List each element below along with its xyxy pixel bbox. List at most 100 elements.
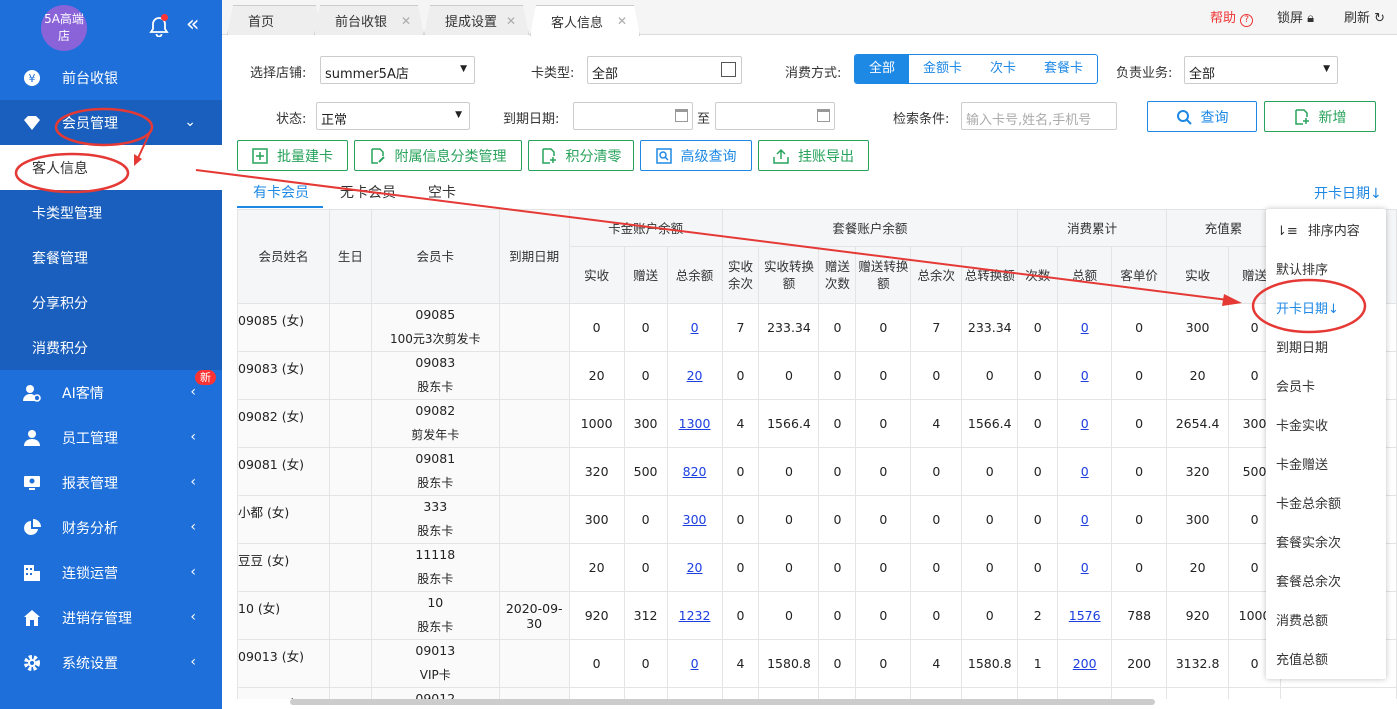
- col-expire-date[interactable]: 到期日期: [498, 209, 570, 304]
- close-icon[interactable]: ✕: [617, 14, 627, 28]
- sort-option[interactable]: 到期日期: [1276, 337, 1328, 356]
- menu-finance[interactable]: 财务分析 ‹: [0, 505, 222, 550]
- sort-option[interactable]: 套餐总余次: [1276, 571, 1341, 590]
- refresh-button[interactable]: 刷新 ↻: [1344, 7, 1385, 26]
- col-sub[interactable]: 赠送转换额: [855, 246, 912, 304]
- sort-open-date-link[interactable]: 开卡日期↓: [1314, 183, 1382, 203]
- batch-create-card-button[interactable]: 批量建卡: [237, 140, 348, 171]
- col-sub[interactable]: 总额: [1057, 246, 1113, 304]
- balance-link[interactable]: 1576: [1069, 608, 1101, 623]
- tab-home[interactable]: 首页: [227, 5, 322, 35]
- table-row[interactable]: 09082 (女) 09082 剪发年卡 1000 300 1300 4 1566.4 0 0 4 1…: [237, 399, 1397, 448]
- menu-front-cashier[interactable]: ¥ 前台收银: [0, 55, 222, 100]
- submenu-card-type[interactable]: 卡类型管理: [0, 190, 222, 235]
- balance-link[interactable]: 200: [1073, 656, 1097, 671]
- col-sub[interactable]: 赠送: [623, 246, 668, 304]
- table-row[interactable]: 09085 (女) 09085 100元3次剪发卡 0 0 0 7 233.34 0 0 7 233.…: [237, 303, 1397, 352]
- balance-link[interactable]: 0: [1081, 560, 1089, 575]
- cardtype-select[interactable]: 全部: [587, 56, 742, 84]
- balance-link[interactable]: 820: [683, 464, 707, 479]
- submenu-guest-info[interactable]: 客人信息: [0, 145, 222, 190]
- sort-option[interactable]: 开卡日期↓: [1276, 298, 1339, 317]
- pay-option-package[interactable]: 套餐卡: [1030, 55, 1097, 83]
- add-button[interactable]: 新增: [1264, 101, 1376, 132]
- col-member-name[interactable]: 会员姓名: [237, 209, 330, 304]
- sort-option[interactable]: 充值总额: [1276, 649, 1328, 668]
- sort-option[interactable]: 套餐实余次: [1276, 532, 1341, 551]
- balance-link[interactable]: 20: [687, 560, 703, 575]
- col-birthday[interactable]: 生日: [328, 209, 372, 304]
- query-button[interactable]: 查询: [1147, 101, 1257, 132]
- menu-inventory[interactable]: 进销存管理 ‹: [0, 595, 222, 640]
- balance-link[interactable]: 300: [683, 512, 707, 527]
- balance-link[interactable]: 0: [1081, 320, 1089, 335]
- col-sub[interactable]: 客单价: [1111, 246, 1168, 304]
- expire-end-input[interactable]: [715, 102, 835, 130]
- balance-link[interactable]: 1300: [679, 416, 711, 431]
- biz-select[interactable]: 全部 ▼: [1184, 56, 1338, 84]
- export-credit-button[interactable]: 挂账导出: [758, 140, 869, 171]
- table-row[interactable]: 豆豆 (女) 11118 股东卡 20 0 20 0 0 0 0 0 0 0 0 0 20 0: [237, 543, 1397, 592]
- pay-option-all[interactable]: 全部: [855, 55, 910, 83]
- menu-reports[interactable]: 报表管理 ‹: [0, 460, 222, 505]
- search-input[interactable]: 输入卡号,姓名,手机号: [961, 102, 1117, 130]
- sort-option[interactable]: 卡金赠送: [1276, 454, 1328, 473]
- advanced-query-button[interactable]: 高级查询: [640, 140, 752, 171]
- balance-link[interactable]: 0: [1081, 416, 1089, 431]
- horizontal-scrollbar[interactable]: [290, 699, 1155, 705]
- pay-option-count[interactable]: 次卡: [976, 55, 1030, 83]
- table-row[interactable]: 09013 (女) 09013 VIP卡 0 0 0 4 1580.8 0 0 4 1580.8 1 20…: [237, 639, 1397, 688]
- tab-front-cashier[interactable]: 前台收银 ✕: [314, 5, 424, 35]
- col-member-card[interactable]: 会员卡: [370, 209, 500, 304]
- menu-chain[interactable]: 连锁运营 ‹: [0, 550, 222, 595]
- collapse-sidebar-icon[interactable]: «: [186, 14, 200, 36]
- submenu-share-points[interactable]: 分享积分: [0, 280, 222, 325]
- subtab-with-card[interactable]: 有卡会员: [253, 182, 309, 202]
- sort-option[interactable]: 卡金实收: [1276, 415, 1328, 434]
- table-row[interactable]: 09083 (女) 09083 股东卡 20 0 20 0 0 0 0 0 0 0 0 0 20 0: [237, 351, 1397, 400]
- col-sub[interactable]: 总余次: [910, 246, 963, 304]
- balance-link[interactable]: 20: [687, 368, 703, 383]
- table-row[interactable]: 小都 (女) 333 股东卡 300 0 300 0 0 0 0 0 0 0 0 0 300 0: [237, 495, 1397, 544]
- col-sub[interactable]: 实收: [568, 246, 625, 304]
- balance-link[interactable]: 1232: [679, 608, 711, 623]
- balance-link[interactable]: 0: [691, 656, 699, 671]
- menu-staff[interactable]: 员工管理 ‹: [0, 415, 222, 460]
- menu-ai-relation[interactable]: AI客情 ‹: [0, 370, 222, 415]
- subtab-empty-card[interactable]: 空卡: [428, 182, 456, 202]
- col-sub[interactable]: 实收: [1166, 246, 1230, 304]
- sort-option[interactable]: 卡金总余额: [1276, 493, 1341, 512]
- col-sub[interactable]: 总转换额: [961, 246, 1019, 304]
- table-row[interactable]: 09081 (女) 09081 股东卡 320 500 820 0 0 0 0 0 0 0 0 0 320 50…: [237, 447, 1397, 496]
- col-sub[interactable]: 实收转换额: [758, 246, 820, 304]
- balance-link[interactable]: 0: [1081, 512, 1089, 527]
- tab-commission[interactable]: 提成设置 ✕: [424, 5, 529, 35]
- store-select[interactable]: summer5A店 ▼: [320, 56, 475, 84]
- close-icon[interactable]: ✕: [401, 14, 411, 28]
- submenu-package[interactable]: 套餐管理: [0, 235, 222, 280]
- balance-link[interactable]: 0: [1081, 464, 1089, 479]
- balance-link[interactable]: 0: [691, 320, 699, 335]
- col-sub[interactable]: 总余额: [666, 246, 723, 304]
- menu-member-management[interactable]: 会员管理 ⌄: [0, 100, 222, 145]
- subtab-without-card[interactable]: 无卡会员: [340, 182, 396, 202]
- attach-info-category-button[interactable]: 附属信息分类管理: [354, 140, 522, 171]
- col-sub[interactable]: 次数: [1017, 246, 1059, 304]
- close-icon[interactable]: ✕: [506, 14, 516, 28]
- balance-link[interactable]: 0: [1081, 368, 1089, 383]
- pay-option-amount[interactable]: 金额卡: [909, 55, 976, 83]
- help-link[interactable]: 帮助 ?: [1210, 7, 1254, 27]
- table-row[interactable]: 10 (女) 10 股东卡 2020-09-30 920 312 1232 0 0 0 0 0 0 2 15…: [237, 591, 1397, 640]
- lock-screen-button[interactable]: 锁屏 🔒︎: [1277, 7, 1314, 26]
- tab-guest-info[interactable]: 客人信息 ✕: [530, 5, 640, 36]
- sort-option[interactable]: 默认排序: [1276, 259, 1328, 278]
- sort-option[interactable]: 消费总额: [1276, 610, 1328, 629]
- expire-start-input[interactable]: [573, 102, 693, 130]
- table-row[interactable]: 09012 (女) 09012: [237, 687, 1397, 699]
- col-sub[interactable]: 实收余次: [721, 246, 760, 304]
- sort-option[interactable]: 会员卡: [1276, 376, 1315, 395]
- menu-settings[interactable]: 系统设置 ‹: [0, 640, 222, 685]
- submenu-consume-points[interactable]: 消费积分: [0, 325, 222, 370]
- col-sub[interactable]: 赠送次数: [818, 246, 857, 304]
- status-select[interactable]: 正常 ▼: [316, 102, 470, 130]
